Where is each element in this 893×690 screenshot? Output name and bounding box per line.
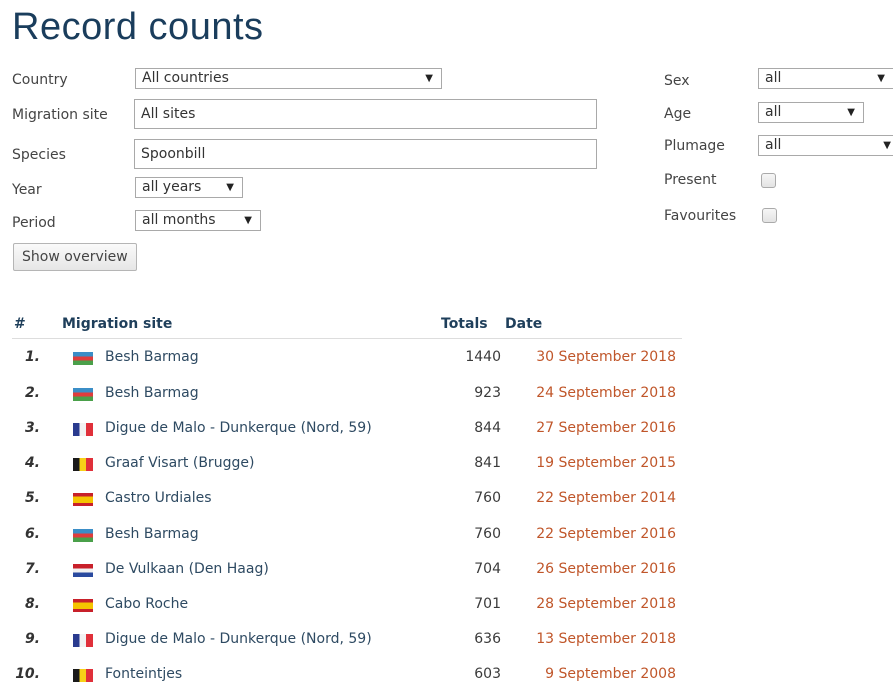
belgium-flag-icon bbox=[73, 458, 93, 471]
show-overview-button[interactable]: Show overview bbox=[13, 243, 137, 271]
row-site-link[interactable]: Besh Barmag bbox=[105, 349, 199, 365]
species-input[interactable]: Spoonbill bbox=[134, 139, 597, 169]
row-date-link[interactable]: 26 September 2016 bbox=[505, 561, 676, 577]
row-date-link[interactable]: 13 September 2018 bbox=[505, 631, 676, 647]
azerbaijan-flag-icon bbox=[73, 352, 93, 365]
row-date-link[interactable]: 27 September 2016 bbox=[505, 420, 676, 436]
row-site-link[interactable]: Digue de Malo - Dunkerque (Nord, 59) bbox=[105, 631, 372, 647]
table-row: 4. Graaf Visart (Brugge) 841 19 Septembe… bbox=[0, 449, 700, 479]
row-total: 923 bbox=[474, 385, 501, 401]
france-flag-icon bbox=[73, 423, 93, 436]
row-total: 603 bbox=[474, 666, 501, 682]
row-rank: 2. bbox=[24, 385, 40, 401]
row-total: 760 bbox=[474, 490, 501, 506]
plumage-select-value: all bbox=[765, 137, 782, 153]
plumage-label: Plumage bbox=[664, 138, 725, 154]
row-date-link[interactable]: 24 September 2018 bbox=[505, 385, 676, 401]
dropdown-arrow-icon: ▼ bbox=[425, 73, 433, 84]
row-total: 1440 bbox=[465, 349, 501, 365]
spain-flag-icon bbox=[73, 493, 93, 506]
row-date-link[interactable]: 22 September 2014 bbox=[505, 490, 676, 506]
dropdown-arrow-icon: ▼ bbox=[877, 73, 885, 84]
table-row: 3. Digue de Malo - Dunkerque (Nord, 59) … bbox=[0, 414, 700, 444]
species-label: Species bbox=[12, 147, 66, 163]
year-select[interactable]: all years ▼ bbox=[135, 177, 243, 198]
row-rank: 5. bbox=[24, 490, 40, 506]
year-select-value: all years bbox=[142, 179, 202, 195]
spain-flag-icon bbox=[73, 599, 93, 612]
row-rank: 10. bbox=[15, 666, 40, 682]
country-label: Country bbox=[12, 72, 68, 88]
period-label: Period bbox=[12, 215, 56, 231]
netherlands-flag-icon bbox=[73, 564, 93, 577]
column-header-rank: # bbox=[14, 316, 26, 332]
row-total: 701 bbox=[474, 596, 501, 612]
row-date-link[interactable]: 30 September 2018 bbox=[505, 349, 676, 365]
row-rank: 6. bbox=[24, 526, 40, 542]
row-site-link[interactable]: Graaf Visart (Brugge) bbox=[105, 455, 254, 471]
age-label: Age bbox=[664, 106, 692, 122]
row-date-link[interactable]: 28 September 2018 bbox=[505, 596, 676, 612]
table-row: 7. De Vulkaan (Den Haag) 704 26 Septembe… bbox=[0, 555, 700, 585]
table-header-divider bbox=[12, 338, 682, 339]
table-row: 2. Besh Barmag 923 24 September 2018 bbox=[0, 379, 700, 409]
present-label: Present bbox=[664, 172, 717, 188]
period-select[interactable]: all months ▼ bbox=[135, 210, 261, 231]
favourites-label: Favourites bbox=[664, 208, 737, 224]
plumage-select[interactable]: all ▼ bbox=[758, 135, 893, 156]
azerbaijan-flag-icon bbox=[73, 388, 93, 401]
row-rank: 1. bbox=[24, 349, 40, 365]
row-site-link[interactable]: Fonteintjes bbox=[105, 666, 182, 682]
row-total: 760 bbox=[474, 526, 501, 542]
sex-select-value: all bbox=[765, 70, 782, 86]
row-site-link[interactable]: Castro Urdiales bbox=[105, 490, 212, 506]
row-total: 636 bbox=[474, 631, 501, 647]
period-select-value: all months bbox=[142, 212, 216, 228]
country-select[interactable]: All countries ▼ bbox=[135, 68, 442, 89]
row-date-link[interactable]: 22 September 2016 bbox=[505, 526, 676, 542]
sex-label: Sex bbox=[664, 73, 690, 89]
dropdown-arrow-icon: ▼ bbox=[883, 140, 891, 151]
row-site-link[interactable]: Besh Barmag bbox=[105, 526, 199, 542]
present-checkbox[interactable] bbox=[761, 173, 776, 188]
table-row: 9. Digue de Malo - Dunkerque (Nord, 59) … bbox=[0, 625, 700, 655]
row-date-link[interactable]: 9 September 2008 bbox=[505, 666, 676, 682]
dropdown-arrow-icon: ▼ bbox=[226, 182, 234, 193]
row-rank: 7. bbox=[24, 561, 40, 577]
row-total: 841 bbox=[474, 455, 501, 471]
row-site-link[interactable]: Cabo Roche bbox=[105, 596, 188, 612]
row-total: 704 bbox=[474, 561, 501, 577]
france-flag-icon bbox=[73, 634, 93, 647]
age-select-value: all bbox=[765, 104, 782, 120]
table-row: 6. Besh Barmag 760 22 September 2016 bbox=[0, 520, 700, 550]
page-title: Record counts bbox=[12, 6, 264, 48]
belgium-flag-icon bbox=[73, 669, 93, 682]
country-select-value: All countries bbox=[142, 70, 229, 86]
row-rank: 8. bbox=[24, 596, 40, 612]
column-header-migration-site[interactable]: Migration site bbox=[62, 316, 172, 332]
dropdown-arrow-icon: ▼ bbox=[847, 107, 855, 118]
table-row: 5. Castro Urdiales 760 22 September 2014 bbox=[0, 484, 700, 514]
row-site-link[interactable]: Besh Barmag bbox=[105, 385, 199, 401]
age-select[interactable]: all ▼ bbox=[758, 102, 864, 123]
row-site-link[interactable]: De Vulkaan (Den Haag) bbox=[105, 561, 269, 577]
favourites-checkbox[interactable] bbox=[762, 208, 777, 223]
migration-site-input[interactable]: All sites bbox=[134, 99, 597, 129]
azerbaijan-flag-icon bbox=[73, 529, 93, 542]
sex-select[interactable]: all ▼ bbox=[758, 68, 893, 89]
year-label: Year bbox=[12, 182, 42, 198]
table-row: 8. Cabo Roche 701 28 September 2018 bbox=[0, 590, 700, 620]
migration-site-label: Migration site bbox=[12, 107, 108, 123]
column-header-date[interactable]: Date bbox=[505, 316, 542, 332]
dropdown-arrow-icon: ▼ bbox=[244, 215, 252, 226]
row-rank: 4. bbox=[24, 455, 40, 471]
row-rank: 3. bbox=[24, 420, 40, 436]
table-row: 1. Besh Barmag 1440 30 September 2018 bbox=[0, 343, 700, 373]
row-total: 844 bbox=[474, 420, 501, 436]
row-rank: 9. bbox=[24, 631, 40, 647]
column-header-totals[interactable]: Totals bbox=[441, 316, 488, 332]
row-site-link[interactable]: Digue de Malo - Dunkerque (Nord, 59) bbox=[105, 420, 372, 436]
row-date-link[interactable]: 19 September 2015 bbox=[505, 455, 676, 471]
